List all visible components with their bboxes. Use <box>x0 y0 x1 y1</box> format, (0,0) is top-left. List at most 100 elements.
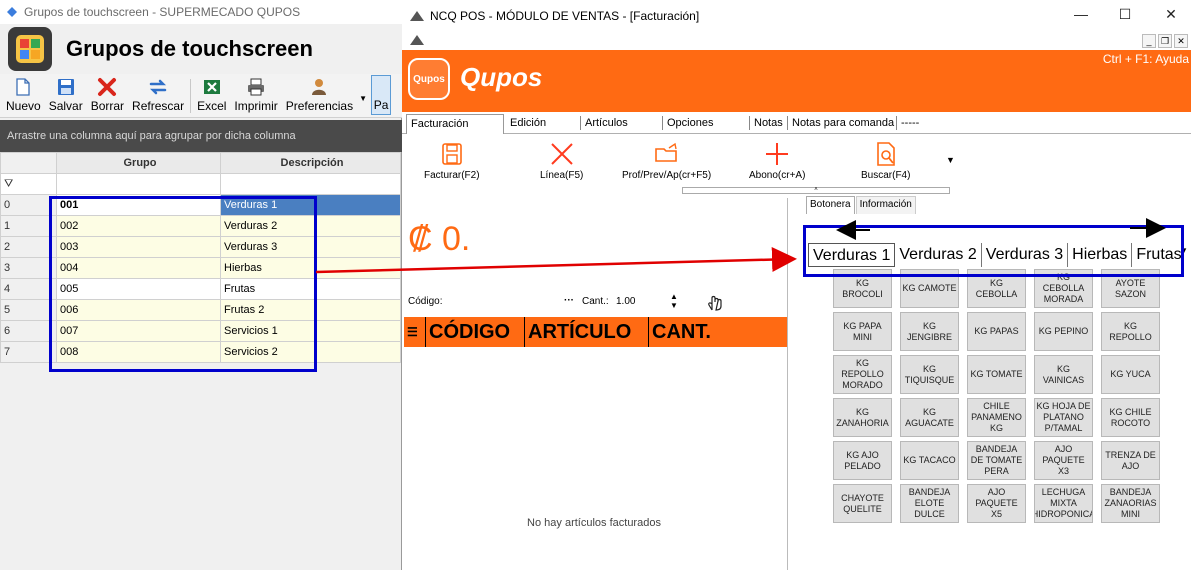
cell-grupo[interactable]: 007 <box>56 320 221 342</box>
minimize-icon[interactable]: — <box>1066 6 1096 22</box>
preferences-button[interactable]: Preferencias <box>282 77 357 117</box>
product-button[interactable]: BANDEJA DE TOMATE PERA <box>967 441 1026 480</box>
cell-grupo[interactable]: 008 <box>56 341 221 363</box>
close-icon[interactable]: ✕ <box>1156 6 1186 23</box>
quantity-field[interactable]: 1.00 <box>616 296 635 307</box>
product-button[interactable]: TRENZA DE AJO <box>1101 441 1160 480</box>
cell-descripcion[interactable]: Frutas <box>220 278 401 300</box>
print-button[interactable]: Imprimir <box>230 77 281 117</box>
menu-notas[interactable]: Notas <box>749 116 787 130</box>
product-button[interactable]: KG PAPA MINI <box>833 312 892 351</box>
column-header-cantidad[interactable]: CANT. <box>649 317 787 347</box>
cell-descripcion[interactable]: Servicios 2 <box>220 341 401 363</box>
search-button[interactable]: Buscar(F4) <box>861 141 910 181</box>
mdi-close-icon[interactable]: ✕ <box>1174 34 1188 48</box>
column-header-grupo[interactable]: Grupo <box>56 152 221 174</box>
delete-button[interactable]: Borrar <box>87 77 128 117</box>
product-button[interactable]: KG TACACO <box>900 441 959 480</box>
quantity-stepper[interactable]: ▲ ▼ <box>670 292 678 310</box>
save-button[interactable]: Salvar <box>45 77 87 117</box>
table-row[interactable]: 0 001 Verduras 1 <box>0 194 401 216</box>
menu-notas-comanda[interactable]: Notas para comanda <box>787 116 898 130</box>
payment-button[interactable]: Abono(cr+A) <box>749 141 805 181</box>
proforma-button[interactable]: Prof/Prev/Ap(cr+F5) <box>622 141 711 181</box>
product-button[interactable]: AJO PAQUETE X5 <box>967 484 1026 523</box>
cell-descripcion[interactable]: Verduras 2 <box>220 215 401 237</box>
cell-grupo[interactable]: 005 <box>56 278 221 300</box>
table-row[interactable]: 4 005 Frutas <box>0 278 401 300</box>
new-button[interactable]: Nuevo <box>2 77 45 117</box>
product-button[interactable]: KG PEPINO <box>1034 312 1093 351</box>
product-button[interactable]: KG PAPAS <box>967 312 1026 351</box>
cell-descripcion[interactable]: Verduras 1 <box>220 194 401 216</box>
product-button[interactable]: AJO PAQUETE X3 <box>1034 441 1093 480</box>
cell-grupo[interactable]: 003 <box>56 236 221 258</box>
product-button[interactable]: KG TOMATE <box>967 355 1026 394</box>
product-button[interactable]: LECHUGA MIXTA HIDROPONICA <box>1034 484 1093 523</box>
invoice-button[interactable]: Facturar(F2) <box>424 141 480 181</box>
command-scroll-indicator[interactable]: ˄ <box>682 187 950 194</box>
product-button[interactable]: KG CEBOLLA <box>967 269 1026 308</box>
tab-botonera[interactable]: Botonera <box>806 196 855 214</box>
touch-hand-icon[interactable] <box>704 290 726 312</box>
menu-facturacion[interactable]: Facturación <box>406 114 504 134</box>
chevron-down-icon[interactable]: ▼ <box>357 94 367 117</box>
filter-cell-descripcion[interactable] <box>220 173 401 195</box>
maximize-icon[interactable]: ☐ <box>1110 6 1140 23</box>
product-button[interactable]: BANDEJA ZANAORIAS MINI <box>1101 484 1160 523</box>
product-button[interactable]: AYOTE SAZON <box>1101 269 1160 308</box>
category-tab[interactable]: Verduras 3 <box>982 243 1069 267</box>
chevron-down-icon[interactable]: ▼ <box>946 155 955 165</box>
product-button[interactable]: KG CAMOTE <box>900 269 959 308</box>
category-tab[interactable]: Frutas <box>1132 243 1185 267</box>
table-row[interactable]: 6 007 Servicios 1 <box>0 320 401 342</box>
refresh-button[interactable]: Refrescar <box>128 77 188 117</box>
product-button[interactable]: KG HOJA DE PLATANO P/TAMAL <box>1034 398 1093 437</box>
product-button[interactable]: KG YUCA <box>1101 355 1160 394</box>
menu-articulos[interactable]: Artículos <box>580 116 632 130</box>
cell-descripcion[interactable]: Frutas 2 <box>220 299 401 321</box>
product-button[interactable]: KG JENGIBRE <box>900 312 959 351</box>
cell-descripcion[interactable]: Verduras 3 <box>220 236 401 258</box>
group-by-panel[interactable]: Arrastre una columna aquí para agrupar p… <box>0 120 402 152</box>
tab-informacion[interactable]: Información <box>855 196 916 214</box>
product-button[interactable]: KG AGUACATE <box>900 398 959 437</box>
cell-descripcion[interactable]: Hierbas <box>220 257 401 279</box>
product-button[interactable]: KG BROCOLI <box>833 269 892 308</box>
cell-descripcion[interactable]: Servicios 1 <box>220 320 401 342</box>
product-button[interactable]: KG TIQUISQUE <box>900 355 959 394</box>
table-row[interactable]: 7 008 Servicios 2 <box>0 341 401 363</box>
product-button[interactable]: KG REPOLLO MORADO <box>833 355 892 394</box>
column-header-descripcion[interactable]: Descripción <box>220 152 401 174</box>
product-button[interactable]: KG REPOLLO <box>1101 312 1160 351</box>
category-tab[interactable]: Verduras 2 <box>895 243 982 267</box>
cell-grupo[interactable]: 002 <box>56 215 221 237</box>
product-button[interactable]: KG VAINICAS <box>1034 355 1093 394</box>
product-button[interactable]: BANDEJA ELOTE DULCE <box>900 484 959 523</box>
table-row[interactable]: 5 006 Frutas 2 <box>0 299 401 321</box>
category-tab[interactable]: Verduras 1 <box>808 243 896 267</box>
menu-edicion[interactable]: Edición <box>506 116 550 130</box>
table-row[interactable]: 3 004 Hierbas <box>0 257 401 279</box>
product-button[interactable]: CHAYOTE QUELITE <box>833 484 892 523</box>
cell-grupo[interactable]: 004 <box>56 257 221 279</box>
filter-icon[interactable]: ⛛ <box>0 173 57 195</box>
product-button[interactable]: KG CHILE ROCOTO <box>1101 398 1160 437</box>
excel-button[interactable]: Excel <box>193 77 230 117</box>
filter-cell-grupo[interactable] <box>56 173 221 195</box>
product-button[interactable]: KG ZANAHORIA <box>833 398 892 437</box>
cell-grupo[interactable]: 001 <box>56 194 221 216</box>
line-button[interactable]: Línea(F5) <box>540 141 583 181</box>
cell-grupo[interactable]: 006 <box>56 299 221 321</box>
category-tab[interactable]: Hierbas <box>1068 243 1133 267</box>
toolbar-overflow-button[interactable]: Pa <box>371 75 392 115</box>
column-header-articulo[interactable]: ARTÍCULO <box>525 317 649 347</box>
chevron-down-icon[interactable]: ▼ <box>1180 246 1188 255</box>
column-header-codigo[interactable]: CÓDIGO <box>426 317 525 347</box>
product-button[interactable]: CHILE PANAMENO KG <box>967 398 1026 437</box>
table-row[interactable]: 1 002 Verduras 2 <box>0 215 401 237</box>
mdi-restore-icon[interactable]: ❐ <box>1158 34 1172 48</box>
mdi-minimize-icon[interactable]: _ <box>1142 34 1156 48</box>
menu-opciones[interactable]: Opciones <box>662 116 717 130</box>
product-button[interactable]: KG CEBOLLA MORADA <box>1034 269 1093 308</box>
